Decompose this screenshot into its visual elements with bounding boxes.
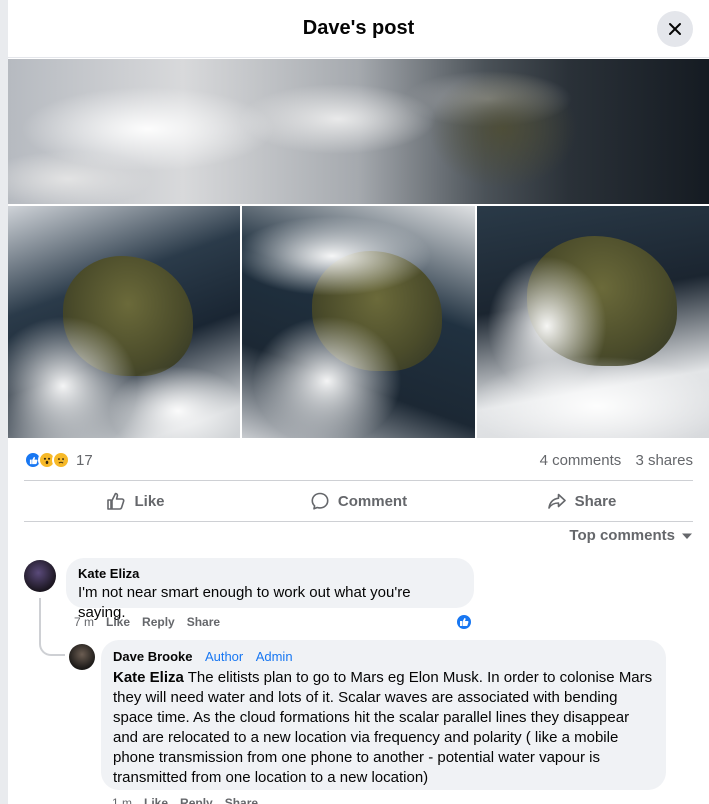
admin-badge: Admin xyxy=(255,649,293,664)
post-photo-3[interactable] xyxy=(242,206,475,438)
chevron-down-icon xyxy=(682,533,692,539)
sad-reaction-icon xyxy=(52,451,70,469)
like-label: Like xyxy=(134,492,165,510)
post-photo-2[interactable] xyxy=(8,206,241,438)
post-photo-4[interactable] xyxy=(476,206,709,438)
share-label: Share xyxy=(574,492,617,510)
reaction-count: 17 xyxy=(76,451,93,469)
thumbs-up-icon xyxy=(107,492,125,510)
post-photo-main[interactable] xyxy=(8,59,709,204)
reply-author[interactable]: Dave Brooke xyxy=(113,649,192,664)
mention-link[interactable]: Kate Eliza xyxy=(113,669,184,686)
comment-meta: 7 m Like Reply Share xyxy=(74,615,220,629)
reply-share-link[interactable]: Share xyxy=(225,796,258,804)
reply-time[interactable]: 1 m xyxy=(112,796,132,804)
comment-like-badge[interactable] xyxy=(455,613,473,631)
cloud-formation xyxy=(252,316,403,438)
like-button[interactable]: Like xyxy=(24,481,247,521)
cloud-formation xyxy=(476,356,709,438)
avatar[interactable] xyxy=(24,560,56,592)
reply-reply-link[interactable]: Reply xyxy=(180,796,213,804)
comments-count[interactable]: 4 comments xyxy=(540,452,622,469)
reply-like-link[interactable]: Like xyxy=(144,796,168,804)
post-dialog: Dave's post 17 4 comments 3 shares Like … xyxy=(8,0,709,804)
reactions-summary[interactable]: 17 xyxy=(24,451,93,469)
author-badge: Author xyxy=(204,649,244,664)
comment-author[interactable]: Kate Eliza xyxy=(78,566,462,581)
post-actions: Like Comment Share xyxy=(24,480,693,522)
comment-button[interactable]: Comment xyxy=(247,481,470,521)
share-arrow-icon xyxy=(547,493,566,509)
close-button[interactable] xyxy=(657,11,693,47)
reply-bubble: Dave Brooke Author Admin Kate Eliza The … xyxy=(101,640,666,790)
avatar[interactable] xyxy=(69,644,95,670)
reply-text: Kate Eliza The elitists plan to go to Ma… xyxy=(113,668,654,788)
reply-meta: 1 m Like Reply Share xyxy=(112,796,258,804)
comment-label: Comment xyxy=(337,492,408,510)
reply-body: The elitists plan to go to Mars eg Elon … xyxy=(113,669,653,786)
satellite-landmass xyxy=(428,69,578,189)
comment-sort-dropdown[interactable]: Top comments xyxy=(569,527,693,544)
dialog-title: Dave's post xyxy=(302,17,415,39)
sort-label: Top comments xyxy=(569,527,675,544)
close-icon xyxy=(669,23,681,35)
dialog-header: Dave's post xyxy=(8,0,709,58)
comment-share-link[interactable]: Share xyxy=(187,615,220,629)
share-button[interactable]: Share xyxy=(470,481,693,521)
comment-bubble-icon xyxy=(311,492,329,510)
reply-thread-line xyxy=(39,598,65,656)
thumbs-up-icon xyxy=(460,618,469,626)
comment-bubble: Kate Eliza I'm not near smart enough to … xyxy=(66,558,474,621)
comment-like-link[interactable]: Like xyxy=(106,615,130,629)
shares-count[interactable]: 3 shares xyxy=(635,452,693,469)
comment-time[interactable]: 7 m xyxy=(74,615,94,629)
post-photo-grid xyxy=(8,206,709,438)
post-stats: 17 4 comments 3 shares xyxy=(24,444,693,476)
comment-reply-link[interactable]: Reply xyxy=(142,615,175,629)
